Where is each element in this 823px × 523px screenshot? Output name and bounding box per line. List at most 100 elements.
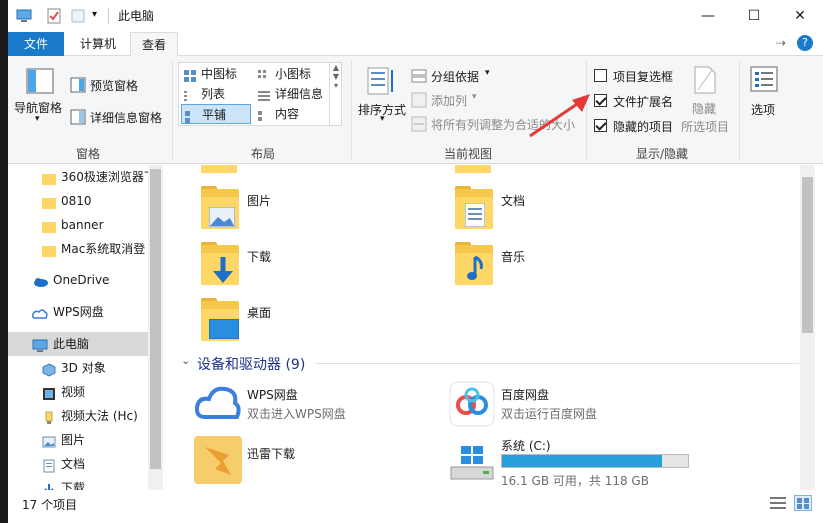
nav-item-videos[interactable]: 视频 (8, 380, 148, 404)
baidu-netdisk-icon[interactable] (449, 381, 495, 430)
layout-tiles[interactable]: 平铺 (181, 104, 251, 124)
layout-details[interactable]: 详细信息 (255, 84, 323, 104)
nav-item-label: 视频大法 (Hc) (61, 409, 138, 423)
pictures-folder-icon[interactable] (201, 186, 239, 229)
drive-usage-fill (502, 455, 662, 467)
folder-name[interactable]: 桌面 (247, 304, 271, 321)
layout-list[interactable]: 列表 (181, 84, 225, 104)
wps-cloud-icon[interactable] (194, 385, 241, 424)
quick-access-dropdown-icon[interactable]: ▾ (92, 9, 97, 20)
nav-item-0810[interactable]: 0810 (8, 189, 148, 213)
folder-icon (201, 165, 237, 173)
music-folder-icon[interactable] (455, 242, 493, 285)
tab-file[interactable]: 文件 (8, 32, 64, 56)
device-name[interactable]: 系统 (C:) (501, 437, 551, 454)
hidden-items-label: 隐藏的项目 (613, 120, 674, 134)
device-name[interactable]: 迅雷下载 (247, 445, 295, 462)
layout-gallery-scroll[interactable]: ▲ ▼ ▾ (329, 63, 342, 125)
computer-icon (32, 337, 48, 352)
nav-item-onedrive[interactable]: OneDrive (8, 268, 148, 292)
layout-content-label: 内容 (275, 107, 300, 121)
content-scrollbar[interactable] (800, 165, 815, 490)
nav-item-label: OneDrive (53, 273, 110, 287)
system-drive-icon[interactable] (449, 445, 495, 484)
nav-item-pictures[interactable]: 图片 (8, 428, 148, 452)
details-pane-button[interactable]: 详细信息窗格 (90, 109, 162, 126)
nav-item-label: 此电脑 (53, 337, 90, 351)
help-icon[interactable]: ? (797, 35, 813, 51)
layout-details-label: 详细信息 (275, 87, 324, 101)
layout-content[interactable]: 内容 (255, 104, 299, 124)
desktop-folder-icon[interactable] (201, 298, 239, 341)
group-by-button[interactable]: 分组依据 (431, 68, 479, 85)
navigation-pane: 360极速浏览器下 0810 banner Mac系统取消登 OneDrive … (8, 165, 163, 495)
nav-pane-dropdown-icon[interactable]: ▾ (35, 114, 40, 124)
nav-item-this-pc[interactable]: 此电脑 (8, 332, 148, 356)
video-icon (42, 385, 56, 400)
title-bar: ▾ 此电脑 — ☐ ✕ (8, 0, 823, 32)
nav-item-mac[interactable]: Mac系统取消登 (8, 237, 148, 261)
layout-small-icons[interactable]: 小图标 (255, 64, 311, 84)
content-pane: 图片 文档 下载 音乐 桌面 ⌄ 设备和驱动器 (9) WPS网盘 双击进入WP… (163, 165, 800, 490)
chevron-down-icon[interactable]: ⌄ (181, 354, 190, 367)
hide-selected-button[interactable]: 隐藏 (692, 100, 716, 117)
preview-pane-button[interactable]: 预览窗格 (90, 77, 138, 94)
device-sub: 双击进入WPS网盘 (247, 407, 346, 421)
folder-name[interactable]: 音乐 (501, 248, 525, 265)
layout-medium-icons[interactable]: 中图标 (181, 64, 237, 84)
nav-item-video-hc[interactable]: 视频大法 (Hc) (8, 404, 148, 428)
folder-name[interactable]: 文档 (501, 192, 525, 209)
annotation-arrow-icon (529, 94, 590, 138)
panes-group-label: 窗格 (75, 147, 100, 161)
group-separator (172, 60, 173, 160)
sort-by-dropdown-icon[interactable]: ▾ (380, 114, 385, 124)
list-icon (184, 88, 196, 101)
xunlei-download-icon[interactable] (193, 435, 243, 488)
section-divider (315, 363, 799, 364)
minimize-button[interactable]: — (685, 0, 731, 32)
properties-icon[interactable] (46, 8, 62, 24)
item-checkboxes-checkbox[interactable] (594, 69, 607, 82)
nav-item-banner[interactable]: banner (8, 213, 148, 237)
wps-cloud-icon (32, 305, 48, 319)
current-view-group-label: 当前视图 (443, 147, 492, 161)
layout-small-icons-label: 小图标 (275, 67, 312, 81)
folder-icon (42, 170, 56, 185)
preview-pane-icon (70, 77, 86, 96)
maximize-button[interactable]: ☐ (731, 0, 777, 32)
tab-view[interactable]: 查看 (130, 32, 178, 57)
fit-columns-icon (411, 116, 427, 135)
nav-item-documents[interactable]: 文档 (8, 452, 148, 476)
nav-pane-scrollbar[interactable] (148, 165, 163, 490)
pin-ribbon-icon[interactable]: ⇢ (776, 36, 786, 50)
device-name[interactable]: 百度网盘 (501, 386, 549, 403)
options-button[interactable]: 选项 (751, 101, 775, 118)
new-folder-icon[interactable] (70, 8, 86, 24)
add-column-button[interactable]: 添加列 (431, 92, 467, 109)
scrollbar-thumb[interactable] (150, 169, 161, 469)
scrollbar-thumb[interactable] (802, 177, 813, 333)
tab-computer[interactable]: 计算机 (68, 32, 128, 56)
folder-name[interactable]: 图片 (247, 192, 271, 209)
documents-icon (42, 457, 56, 473)
close-button[interactable]: ✕ (777, 0, 823, 32)
status-bar: 17 个项目 (8, 490, 823, 515)
large-icons-view-icon[interactable] (794, 495, 812, 511)
nav-item-360[interactable]: 360极速浏览器下 (8, 165, 148, 189)
group-by-dropdown-icon[interactable]: ▾ (485, 68, 490, 78)
medium-icons-icon (184, 68, 196, 82)
title-separator (108, 8, 109, 24)
nav-item-wps[interactable]: WPS网盘 (8, 300, 148, 324)
nav-item-label: 文档 (61, 457, 86, 471)
downloads-folder-icon[interactable] (201, 242, 239, 285)
window-title: 此电脑 (118, 9, 155, 23)
device-name[interactable]: WPS网盘 (247, 386, 298, 403)
nav-item-3d[interactable]: 3D 对象 (8, 356, 148, 380)
cloud-icon (32, 273, 48, 287)
folder-name[interactable]: 下载 (247, 248, 271, 265)
add-column-dropdown-icon[interactable]: ▾ (472, 92, 477, 102)
devices-section-title[interactable]: 设备和驱动器 (9) (197, 354, 305, 374)
details-view-icon[interactable] (770, 496, 786, 513)
documents-folder-icon[interactable] (455, 186, 493, 229)
drive-usage-bar (501, 454, 689, 468)
